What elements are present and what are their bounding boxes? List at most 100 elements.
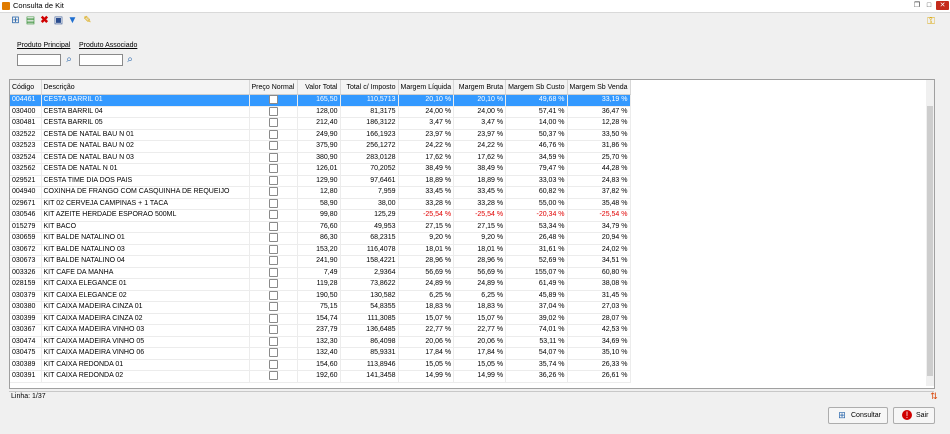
restore-icon[interactable]: ❐ <box>912 1 922 10</box>
column-header-descricao[interactable]: Descrição <box>41 80 250 95</box>
table-row[interactable]: 028159 KIT CAIXA ELEGANCE 01 119,28 73,8622… <box>10 278 631 291</box>
column-header-margem-sb-venda[interactable]: Margem Sb Venda <box>567 80 631 95</box>
column-header-margem-liquida[interactable]: Margem Líquida <box>398 80 455 95</box>
column-header-margem-bruta[interactable]: Margem Bruta <box>453 80 507 95</box>
cell-margem-sb-venda: 33,19 % <box>567 94 631 107</box>
vertical-scrollbar[interactable] <box>926 80 934 386</box>
cell-descricao: CESTA DE NATAL BAU N 03 <box>41 152 250 164</box>
preco-normal-checkbox[interactable] <box>268 359 278 369</box>
table-row[interactable]: 015279 KIT BACO 76,60 49,953 27,15 % 27,15 % 5… <box>10 221 631 233</box>
preco-normal-checkbox[interactable] <box>268 198 278 208</box>
table-row[interactable]: 032562 CESTA DE NATAL N 01 126,01 70,2052 38… <box>10 163 631 176</box>
preco-normal-checkbox[interactable] <box>268 141 278 151</box>
sair-button[interactable]: ! Sair <box>893 407 935 424</box>
new-document-icon[interactable]: ▤ <box>25 15 36 26</box>
preco-normal-checkbox[interactable] <box>268 210 278 220</box>
table-row[interactable]: 003326 KIT CAFE DA MANHA 7,49 2,9364 56,69 %… <box>10 267 631 279</box>
table-row[interactable]: 004940 COXINHA DE FRANGO COM CASQUINHA DE… <box>10 186 631 199</box>
preco-normal-checkbox[interactable] <box>268 164 278 174</box>
column-header-total-imposto[interactable]: Total c/ Imposto <box>340 80 399 95</box>
consultar-button[interactable]: ⊞ Consultar <box>828 407 888 424</box>
table-row[interactable]: 030379 KIT CAIXA ELEGANCE 02 190,50 130,582… <box>10 290 631 302</box>
preco-normal-checkbox[interactable] <box>268 325 278 335</box>
search-grid-icon[interactable]: ⊞ <box>10 15 21 26</box>
preco-normal-checkbox[interactable] <box>268 256 278 266</box>
table-row[interactable]: 030481 CESTA BARRIL 05 212,40 186,3122 3,47 … <box>10 117 631 130</box>
table-row[interactable]: 030389 KIT CAIXA REDONDA 01 154,60 113,8946… <box>10 359 631 371</box>
table-row[interactable]: 032522 CESTA DE NATAL BAU N 01 249,90 166,1… <box>10 129 631 141</box>
table-row[interactable]: 030400 CESTA BARRIL 04 128,00 81,3175 24,00 … <box>10 106 631 118</box>
cell-margem-liquida: 33,45 % <box>398 186 455 199</box>
delete-icon[interactable]: ✖ <box>39 15 50 26</box>
column-header-margem-sb-custo[interactable]: Margem Sb Custo <box>505 80 568 95</box>
search-grid-icon: ⊞ <box>838 410 846 420</box>
cell-margem-sb-custo: 34,59 % <box>505 152 568 164</box>
preco-normal-checkbox[interactable] <box>268 267 278 277</box>
kit-table[interactable]: Código Descrição Preço Normal Valor Tota… <box>9 79 935 389</box>
cell-descricao: CESTA DE NATAL BAU N 02 <box>41 140 250 153</box>
scrollbar-thumb[interactable] <box>927 106 933 376</box>
table-row[interactable]: 030673 KIT BALDE NATALINO 04 241,90 158,422… <box>10 255 631 268</box>
preco-normal-checkbox[interactable] <box>268 221 278 231</box>
column-header-preco-normal[interactable]: Preço Normal <box>249 80 298 95</box>
cell-preco-normal <box>249 255 298 268</box>
table-row[interactable]: 032523 CESTA DE NATAL BAU N 02 375,90 256,1… <box>10 140 631 153</box>
cell-descricao: KIT BALDE NATALINO 03 <box>41 244 250 256</box>
table-row[interactable]: 030659 KIT BALDE NATALINO 01 86,30 68,2315 9… <box>10 232 631 245</box>
filter-icon[interactable]: ▼ <box>67 15 78 26</box>
preco-normal-checkbox[interactable] <box>268 118 278 128</box>
preco-normal-checkbox[interactable] <box>268 302 278 312</box>
cell-margem-sb-venda: 12,28 % <box>567 117 631 130</box>
preco-normal-checkbox[interactable] <box>268 175 278 185</box>
cell-codigo: 028159 <box>10 278 42 291</box>
cell-margem-sb-custo: 50,37 % <box>505 129 568 141</box>
edit-icon[interactable]: ✎ <box>82 15 93 26</box>
table-row[interactable]: 030391 KIT CAIXA REDONDA 02 192,60 141,3458… <box>10 370 631 383</box>
preco-normal-checkbox[interactable] <box>268 290 278 300</box>
table-row[interactable]: 030367 KIT CAIXA MADEIRA VINHO 03 237,79 13… <box>10 324 631 337</box>
key-icon[interactable]: ⚿ <box>925 16 937 28</box>
cell-total-imposto: 130,582 <box>340 290 399 302</box>
table-row[interactable]: 032524 CESTA DE NATAL BAU N 03 380,90 283,0… <box>10 152 631 164</box>
search-icon[interactable]: ⌕ <box>63 54 75 66</box>
sort-icon[interactable]: ⇅ <box>929 391 939 401</box>
table-row[interactable]: 030475 KIT CAIXA MADEIRA VINHO 06 132,40 85… <box>10 347 631 360</box>
search-icon[interactable]: ⌕ <box>124 54 136 66</box>
preco-normal-checkbox[interactable] <box>268 152 278 162</box>
table-row[interactable]: 030474 KIT CAIXA MADEIRA VINHO 05 132,30 86… <box>10 336 631 348</box>
table-row[interactable]: 030399 KIT CAIXA MADEIRA CINZA 02 154,74 11… <box>10 313 631 325</box>
preco-normal-checkbox[interactable] <box>268 106 278 116</box>
cell-valor-total: 129,90 <box>297 175 341 187</box>
table-row[interactable]: 030380 KIT CAIXA MADEIRA CINZA 01 75,15 54,… <box>10 301 631 314</box>
cell-preco-normal <box>249 359 298 371</box>
title-bar: Consulta de Kit ❐ □ ✕ <box>0 0 950 13</box>
cell-codigo: 032522 <box>10 129 42 141</box>
table-row[interactable]: 030672 KIT BALDE NATALINO 03 153,20 116,407… <box>10 244 631 256</box>
cell-margem-liquida: -25,54 % <box>398 209 455 222</box>
produto-associado-input[interactable] <box>79 54 123 66</box>
preco-normal-checkbox[interactable] <box>268 233 278 243</box>
preco-normal-checkbox[interactable] <box>268 244 278 254</box>
preco-normal-checkbox[interactable] <box>268 187 278 197</box>
table-row[interactable]: 004461 CESTA BARRIL 01 165,50 110,5713 20,10… <box>10 94 631 107</box>
table-row[interactable]: 029521 CESTA TIME DIA DOS PAIS 129,90 97,64… <box>10 175 631 187</box>
preco-normal-checkbox[interactable] <box>268 371 278 381</box>
column-header-codigo[interactable]: Código <box>10 80 42 95</box>
preco-normal-checkbox[interactable] <box>268 95 278 105</box>
print-icon[interactable]: ▣ <box>53 15 64 26</box>
close-icon[interactable]: ✕ <box>936 1 949 10</box>
cell-margem-sb-venda: 42,53 % <box>567 324 631 337</box>
table-row[interactable]: 029671 KIT 02 CERVEJA CAMPINAS + 1 TACA 58… <box>10 198 631 210</box>
preco-normal-checkbox[interactable] <box>268 313 278 323</box>
maximize-icon[interactable]: □ <box>924 1 934 10</box>
table-row[interactable]: 030546 KIT AZEITE HERDADE ESPORAO 500ML 99… <box>10 209 631 222</box>
preco-normal-checkbox[interactable] <box>268 129 278 139</box>
produto-principal-input[interactable] <box>17 54 61 66</box>
column-header-valor-total[interactable]: Valor Total <box>297 80 341 95</box>
preco-normal-checkbox[interactable] <box>268 279 278 289</box>
cell-margem-sb-venda: 25,70 % <box>567 152 631 164</box>
cell-margem-sb-venda: 26,33 % <box>567 359 631 371</box>
preco-normal-checkbox[interactable] <box>268 348 278 358</box>
cell-margem-sb-venda: 38,08 % <box>567 278 631 291</box>
preco-normal-checkbox[interactable] <box>268 336 278 346</box>
